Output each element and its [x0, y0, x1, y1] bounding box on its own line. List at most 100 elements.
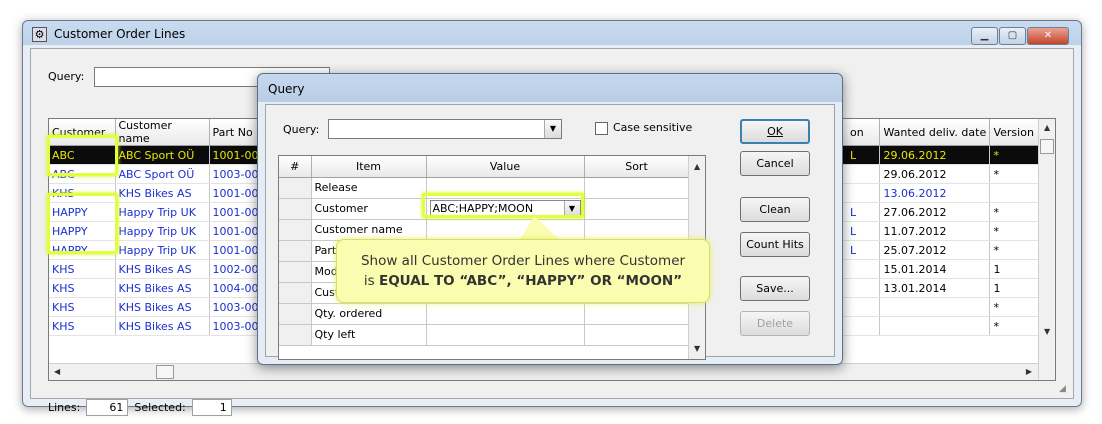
cell-wanted-deliv-date[interactable]: 25.07.2012	[879, 240, 991, 260]
dialog-query-combo[interactable]: ▼	[328, 119, 562, 139]
case-sensitive-checkbox[interactable]	[595, 122, 608, 135]
cell-customer-name[interactable]: KHS Bikes AS	[115, 259, 210, 279]
cell-customer-name[interactable]: KHS Bikes AS	[115, 297, 210, 317]
vertical-scroll-thumb[interactable]	[1040, 139, 1054, 154]
cell-customer[interactable]: KHS	[49, 278, 116, 298]
cell-wanted-deliv-date[interactable]: 11.07.2012	[879, 221, 991, 241]
cell-customer[interactable]: KHS	[49, 259, 116, 279]
grid-vertical-scrollbar[interactable]: ▲ ▼	[1038, 119, 1055, 380]
cell-item[interactable]: Customer	[311, 198, 427, 220]
scroll-left-icon[interactable]: ◀	[54, 367, 60, 376]
title-bar[interactable]: ⚙ Customer Order Lines ▁ ▢ ✕	[23, 21, 1081, 47]
cell-item[interactable]: Qty left	[311, 324, 427, 346]
save-button[interactable]: Save...	[740, 276, 810, 301]
cell-value[interactable]	[426, 219, 585, 241]
cell-wanted-deliv-date[interactable]	[879, 297, 991, 317]
highlight-customer-value	[422, 193, 584, 218]
query-row[interactable]: Customer name	[279, 219, 690, 241]
callout-bold-or: OR “	[585, 273, 626, 289]
cell-part-no[interactable]: 1001-00	[209, 240, 263, 260]
scroll-up-icon[interactable]: ▲	[1044, 123, 1050, 132]
cell-wanted-deliv-date[interactable]: 27.06.2012	[879, 202, 991, 222]
ok-button[interactable]: OK	[740, 119, 810, 144]
grid-horizontal-scrollbar[interactable]: ◀ ▶	[49, 363, 1038, 380]
column-header-customer-name[interactable]: Customer name	[115, 119, 210, 146]
cell-part-no[interactable]: 1003-00	[209, 297, 263, 317]
row-header[interactable]	[279, 261, 312, 283]
cell-wanted-deliv-date[interactable]: 15.01.2014	[879, 259, 991, 279]
cell-part-no[interactable]: 1001-00	[209, 202, 263, 222]
cell-flag[interactable]	[846, 278, 881, 298]
close-button[interactable]: ✕	[1027, 27, 1069, 45]
cell-wanted-deliv-date[interactable]: 29.06.2012	[879, 164, 991, 184]
cell-flag[interactable]	[846, 297, 881, 317]
cancel-button[interactable]: Cancel	[740, 151, 810, 176]
row-header[interactable]	[279, 177, 312, 199]
scroll-up-icon[interactable]: ▲	[694, 162, 700, 171]
cell-sort[interactable]	[584, 219, 690, 241]
row-header[interactable]	[279, 282, 312, 304]
cell-sort[interactable]	[584, 324, 690, 346]
cell-customer-name[interactable]: KHS Bikes AS	[115, 316, 210, 336]
cell-part-no[interactable]: 1001-00	[209, 183, 263, 203]
row-header[interactable]	[279, 324, 312, 346]
cell-part-no[interactable]: 1001-00	[209, 145, 263, 165]
chevron-down-icon[interactable]: ▼	[544, 120, 561, 138]
cell-customer-name[interactable]: KHS Bikes AS	[115, 278, 210, 298]
cell-flag[interactable]: L	[846, 145, 881, 165]
case-sensitive-label[interactable]: Case sensitive	[613, 121, 692, 134]
row-header[interactable]	[279, 240, 312, 262]
cell-customer[interactable]: KHS	[49, 316, 116, 336]
callout-line-2: is EQUAL TO “ABC”, “HAPPY” OR “MOON”	[337, 271, 709, 291]
cell-item[interactable]: Qty. ordered	[311, 303, 427, 325]
horizontal-scroll-thumb[interactable]	[156, 365, 174, 379]
cell-customer-name[interactable]: Happy Trip UK	[115, 221, 210, 241]
app-icon: ⚙	[32, 27, 47, 42]
cell-wanted-deliv-date[interactable]: 13.06.2012	[879, 183, 991, 203]
column-header-on[interactable]: on	[846, 119, 881, 146]
cell-customer-name[interactable]: KHS Bikes AS	[115, 183, 210, 203]
cell-part-no[interactable]: 1002-00	[209, 259, 263, 279]
clean-button[interactable]: Clean	[740, 197, 810, 222]
row-header[interactable]	[279, 198, 312, 220]
cell-customer-name[interactable]: Happy Trip UK	[115, 202, 210, 222]
cell-flag[interactable]	[846, 316, 881, 336]
cell-part-no[interactable]: 1003-00	[209, 164, 263, 184]
cell-customer-name[interactable]: ABC Sport OÜ	[115, 145, 210, 165]
cell-item[interactable]: Customer name	[311, 219, 427, 241]
column-header-part-no[interactable]: Part No	[209, 119, 263, 146]
cell-item[interactable]: Release	[311, 177, 427, 199]
cell-flag[interactable]	[846, 259, 881, 279]
scroll-right-icon[interactable]: ▶	[1026, 367, 1032, 376]
scroll-down-icon[interactable]: ▼	[1044, 327, 1050, 336]
cell-flag[interactable]: L	[846, 240, 881, 260]
cell-part-no[interactable]: 1004-00	[209, 278, 263, 298]
cell-customer-name[interactable]: Happy Trip UK	[115, 240, 210, 260]
row-header[interactable]	[279, 219, 312, 241]
cell-wanted-deliv-date[interactable]	[879, 316, 991, 336]
cell-customer-name[interactable]: ABC Sport OÜ	[115, 164, 210, 184]
cell-sort[interactable]	[584, 198, 690, 220]
cell-flag[interactable]: L	[846, 221, 881, 241]
count-hits-button[interactable]: Count Hits	[740, 232, 810, 257]
cell-flag[interactable]	[846, 183, 881, 203]
maximize-button[interactable]: ▢	[999, 27, 1026, 45]
column-header-wanted-deliv-date[interactable]: Wanted deliv. date	[879, 119, 991, 146]
cell-sort[interactable]	[584, 177, 690, 199]
cell-value[interactable]	[426, 324, 585, 346]
minimize-button[interactable]: ▁	[971, 27, 998, 45]
cell-customer[interactable]: KHS	[49, 297, 116, 317]
query-row[interactable]: Qty left	[279, 324, 690, 346]
cell-wanted-deliv-date[interactable]: 29.06.2012	[879, 145, 991, 165]
cell-wanted-deliv-date[interactable]: 13.01.2014	[879, 278, 991, 298]
cell-value[interactable]	[426, 303, 585, 325]
cell-flag[interactable]: L	[846, 202, 881, 222]
cell-part-no[interactable]: 1001-00	[209, 221, 263, 241]
cell-flag[interactable]	[846, 164, 881, 184]
query-row[interactable]: Qty. ordered	[279, 303, 690, 325]
cell-part-no[interactable]: 1003-00	[209, 316, 263, 336]
cell-sort[interactable]	[584, 303, 690, 325]
scroll-down-icon[interactable]: ▼	[694, 344, 700, 353]
resize-grip-icon[interactable]: ◢	[1059, 384, 1070, 395]
row-header[interactable]	[279, 303, 312, 325]
